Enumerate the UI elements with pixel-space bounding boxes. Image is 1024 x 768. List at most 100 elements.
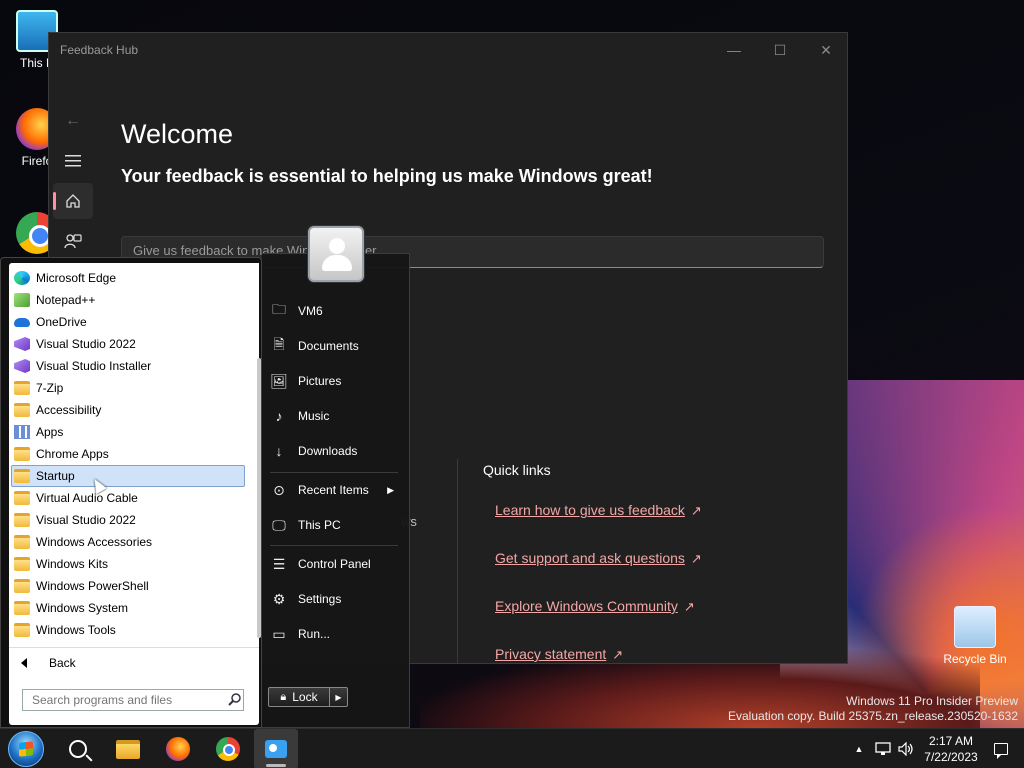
- close-button[interactable]: ✕: [803, 33, 847, 67]
- program-item[interactable]: 7-Zip: [11, 377, 245, 399]
- taskbar-chrome[interactable]: [206, 729, 250, 768]
- volume-control[interactable]: [896, 729, 916, 768]
- program-item[interactable]: Accessibility: [11, 399, 245, 421]
- program-item[interactable]: Windows Tools: [11, 619, 245, 641]
- program-item[interactable]: Windows Accessories: [11, 531, 245, 553]
- back-button[interactable]: Back: [21, 656, 76, 670]
- downloads-icon: ↓: [275, 443, 283, 459]
- recent-items-icon: ⊙: [273, 481, 285, 498]
- place-label: Music: [298, 409, 330, 423]
- place-item-documents[interactable]: 🗎 Documents: [270, 332, 402, 360]
- quick-link-privacy[interactable]: Privacy statement ↗: [495, 646, 623, 663]
- music-icon: ♪: [275, 408, 283, 424]
- program-item[interactable]: Visual Studio 2022: [11, 509, 245, 531]
- folder-icon: [14, 403, 30, 417]
- hamburger-icon: [65, 155, 81, 167]
- program-item[interactable]: Apps: [11, 421, 245, 443]
- program-item[interactable]: Notepad++: [11, 289, 245, 311]
- desktop-icon-recycle-bin[interactable]: Recycle Bin: [940, 606, 1010, 666]
- lock-options-button[interactable]: ▶: [330, 687, 348, 707]
- lock-button[interactable]: 🔒︎ Lock: [268, 687, 330, 707]
- evaluation-watermark: Windows 11 Pro Insider Preview Evaluatio…: [728, 694, 1018, 724]
- program-label: Chrome Apps: [36, 447, 109, 461]
- place-item-downloads[interactable]: ↓ Downloads: [270, 437, 402, 465]
- program-item[interactable]: Startup: [11, 465, 245, 487]
- separator: [270, 545, 398, 546]
- place-item-this-pc[interactable]: 🖵︎ This PC: [270, 511, 402, 539]
- program-item[interactable]: Visual Studio 2022: [11, 333, 245, 355]
- external-link-icon: ↗: [683, 599, 695, 614]
- windows-logo-icon: [8, 731, 44, 767]
- program-item[interactable]: Chrome Apps: [11, 443, 245, 465]
- place-item-vm6[interactable]: 🗀 VM6: [270, 297, 402, 325]
- program-item[interactable]: Microsoft Edge: [11, 267, 245, 289]
- place-item-settings[interactable]: ⚙︎ Settings: [270, 585, 402, 613]
- show-hidden-icons-button[interactable]: ▲: [850, 729, 868, 768]
- program-list-scrollbar[interactable]: [257, 358, 261, 638]
- program-label: OneDrive: [36, 315, 87, 329]
- program-label: Windows Accessories: [36, 535, 153, 549]
- start-button[interactable]: [4, 729, 48, 768]
- taskbar-clock[interactable]: 2:17 AM 7/22/2023: [918, 733, 984, 765]
- quick-link-label: Learn how to give us feedback: [495, 502, 685, 518]
- arrow-left-icon: ←: [65, 112, 81, 129]
- home-icon: [66, 194, 80, 208]
- taskbar-search-button[interactable]: [56, 729, 100, 768]
- folder-icon: [116, 739, 140, 759]
- taskbar-feedback-hub[interactable]: [254, 729, 298, 768]
- search-icon[interactable]: [228, 692, 242, 706]
- place-label: VM6: [298, 304, 323, 318]
- minimize-button[interactable]: —: [711, 33, 757, 67]
- program-item[interactable]: Windows PowerShell: [11, 575, 245, 597]
- quick-link-learn[interactable]: Learn how to give us feedback ↗: [495, 502, 702, 519]
- search-icon: [69, 740, 87, 758]
- recycle-bin-icon: [954, 606, 996, 648]
- program-item[interactable]: Windows Kits: [11, 553, 245, 575]
- place-label: Control Panel: [298, 557, 371, 571]
- place-label: Documents: [298, 339, 359, 353]
- documents-icon: 🗎: [273, 336, 285, 352]
- firefox-icon: [166, 737, 190, 761]
- network-status[interactable]: [872, 729, 894, 768]
- place-item-control-panel[interactable]: ☰ Control Panel: [270, 550, 402, 578]
- folder-icon: [14, 513, 30, 527]
- notification-icon: [994, 743, 1008, 759]
- user-avatar[interactable]: [308, 226, 364, 282]
- taskbar-firefox[interactable]: [156, 729, 200, 768]
- program-item[interactable]: Virtual Audio Cable: [11, 487, 245, 509]
- program-item[interactable]: Visual Studio Installer: [11, 355, 245, 377]
- back-area: Back: [9, 647, 259, 679]
- quick-link-community[interactable]: Explore Windows Community ↗: [495, 598, 695, 615]
- folder-icon: [14, 381, 30, 395]
- external-link-icon: ↗: [612, 647, 624, 662]
- quick-link-support[interactable]: Get support and ask questions ↗: [495, 550, 702, 567]
- place-item-run[interactable]: ▭ Run...: [270, 620, 402, 648]
- place-item-pictures[interactable]: 🖼︎ Pictures: [270, 367, 402, 395]
- program-label: Accessibility: [36, 403, 102, 417]
- folder-icon: [14, 447, 30, 461]
- place-item-music[interactable]: ♪ Music: [270, 402, 402, 430]
- title-bar[interactable]: Feedback Hub — ☐ ✕: [49, 33, 847, 67]
- nav-home[interactable]: [53, 183, 93, 219]
- program-list-area: Microsoft Edge Notepad++ OneDrive Visual St…: [9, 263, 261, 647]
- maximize-button[interactable]: ☐: [757, 33, 803, 67]
- separator: [270, 472, 398, 473]
- settings-icon: ⚙︎: [272, 590, 286, 607]
- clock-date: 7/22/2023: [924, 750, 978, 764]
- program-label: Apps: [36, 425, 64, 439]
- place-label: Recent Items: [298, 483, 369, 497]
- desktop-icon-label: Recycle Bin: [943, 652, 1007, 666]
- program-item[interactable]: Windows System: [11, 597, 245, 619]
- notifications-button[interactable]: [990, 729, 1012, 768]
- folder-icon: [14, 623, 30, 637]
- back-button[interactable]: ←: [53, 103, 93, 139]
- place-item-recent-items[interactable]: ⊙ Recent Items ▶: [270, 476, 402, 504]
- place-label: Settings: [298, 592, 342, 606]
- hamburger-menu-button[interactable]: [53, 143, 93, 179]
- start-menu: Microsoft Edge Notepad++ OneDrive Visual St…: [0, 226, 410, 728]
- feedback-icon: [64, 234, 82, 249]
- search-input[interactable]: [22, 689, 244, 711]
- program-item[interactable]: OneDrive: [11, 311, 245, 333]
- taskbar-file-explorer[interactable]: [106, 729, 150, 768]
- triangle-right-icon: ▶: [335, 692, 342, 702]
